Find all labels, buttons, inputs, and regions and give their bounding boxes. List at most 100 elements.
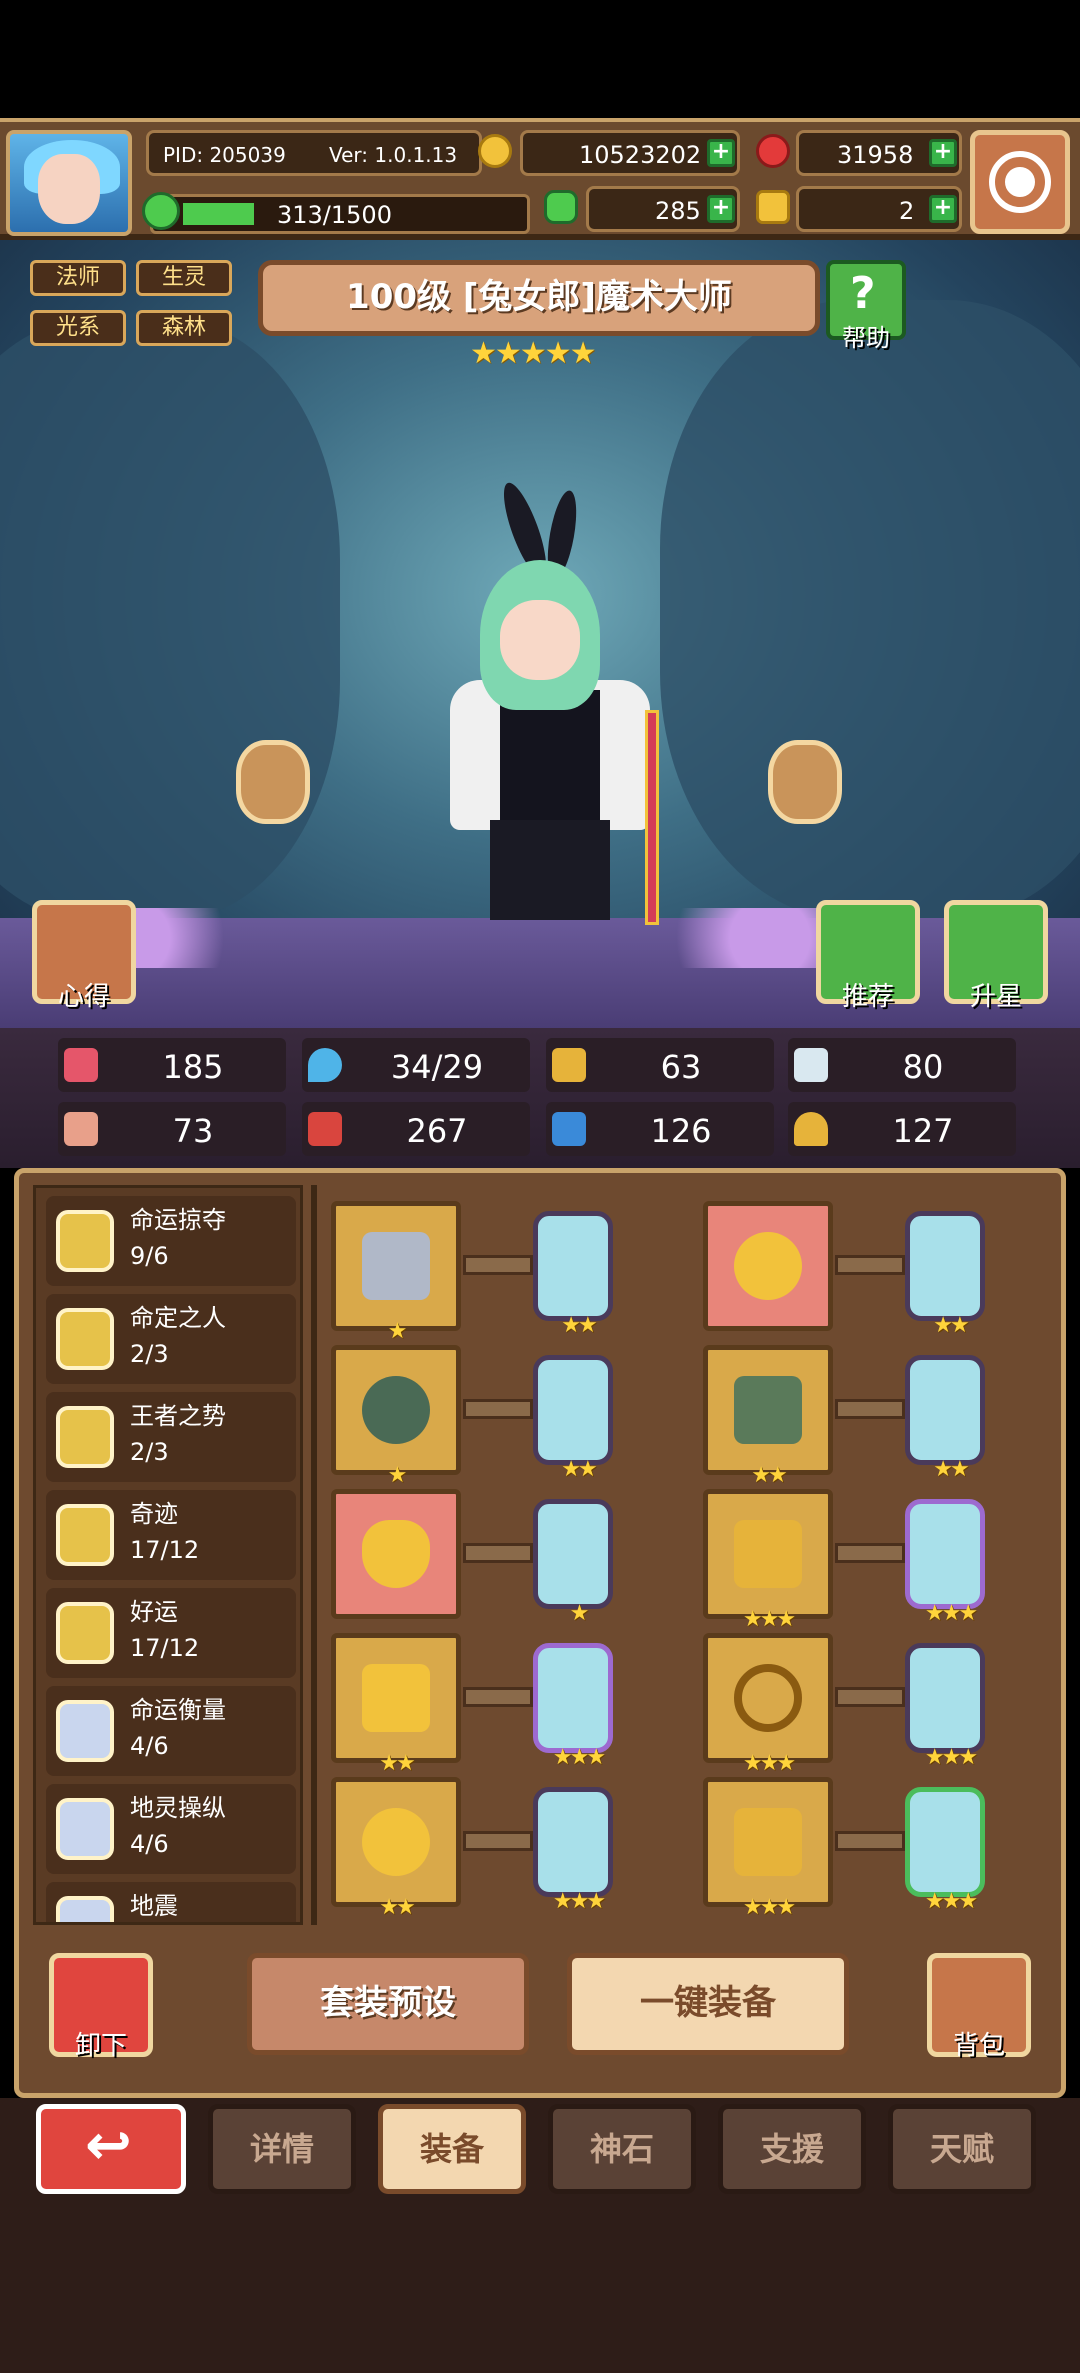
set-count: 2/3: [130, 1438, 169, 1466]
set-bonus-list[interactable]: 命运掠夺 9/6 命定之人 2/3 王者之势 2/3 奇迹 17/12 好运 1…: [33, 1185, 303, 1925]
stat-value: 34/29: [390, 1048, 484, 1086]
book-icon: [308, 1112, 342, 1146]
equip-slot-gauntlet[interactable]: ★★★: [703, 1489, 833, 1632]
equip-slot-boots[interactable]: ★★★: [703, 1777, 833, 1920]
red-gem-icon: [756, 134, 790, 168]
question-icon: ?: [850, 268, 876, 319]
equip-slot-armor[interactable]: ★★: [703, 1345, 833, 1488]
bag-label: 背包: [952, 2031, 1005, 2061]
preset-button[interactable]: 套装预设: [247, 1953, 529, 2055]
rune-slot[interactable]: ★★: [905, 1211, 985, 1338]
status-bar: [0, 0, 1080, 118]
stat-value: 126: [650, 1112, 712, 1150]
rune-slot[interactable]: ★: [533, 1499, 613, 1626]
equip-slot-hat[interactable]: [703, 1201, 833, 1331]
slot-connector: [835, 1831, 905, 1851]
add-key-button[interactable]: +: [929, 195, 957, 223]
rune-slot[interactable]: ★★★: [905, 1499, 985, 1626]
recommend-label: 推荐: [841, 982, 894, 1012]
rune-stars: ★★★: [552, 1889, 606, 1914]
rune-slot[interactable]: ★★★: [905, 1787, 985, 1914]
rune-stars: ★★★: [924, 1601, 978, 1626]
tab-talent[interactable]: 天赋: [888, 2104, 1036, 2194]
hero-face: [500, 600, 580, 680]
stat-defense: 63: [546, 1038, 774, 1092]
item-stars: ★★: [751, 1463, 787, 1488]
hero-legs: [490, 820, 610, 920]
set-name: 好运: [130, 1598, 178, 1626]
slot-connector: [463, 1831, 533, 1851]
set-item[interactable]: 命运掠夺 9/6: [46, 1196, 296, 1286]
slot-connector: [463, 1399, 533, 1419]
item-stars: ★: [387, 1319, 408, 1344]
set-badge-icon: [56, 1896, 114, 1922]
bracelet-icon: [734, 1664, 802, 1732]
equip-slot-orb[interactable]: ★: [331, 1345, 461, 1488]
back-button[interactable]: ↩: [36, 2104, 186, 2194]
set-item[interactable]: 好运 17/12: [46, 1588, 296, 1678]
set-count: 2/3: [130, 1340, 169, 1368]
xp-text: 313/1500: [277, 201, 392, 229]
wing-icon: [794, 1048, 828, 1082]
rune-stars: ★★: [561, 1457, 597, 1482]
set-item[interactable]: 地灵操纵 4/6: [46, 1784, 296, 1874]
stat-hp: 185: [58, 1038, 286, 1092]
tab-support[interactable]: 支援: [718, 2104, 866, 2194]
player-avatar[interactable]: [6, 130, 132, 236]
rune-slot[interactable]: ★★: [533, 1355, 613, 1482]
rune-stars: ★★★: [552, 1745, 606, 1770]
insight-label: 心得: [57, 982, 110, 1012]
item-stars: ★★★: [742, 1751, 796, 1776]
set-item[interactable]: 命运衡量 4/6: [46, 1686, 296, 1776]
rune-slot[interactable]: ★★★: [533, 1643, 613, 1770]
set-badge-icon: [56, 1602, 114, 1664]
add-gold-button[interactable]: +: [707, 139, 735, 167]
tab-godstone[interactable]: 神石: [548, 2104, 696, 2194]
tree-right: [660, 300, 1080, 920]
stat-magic: 267: [302, 1102, 530, 1156]
affinity-orb-left[interactable]: [236, 740, 310, 824]
stat-value: 80: [902, 1048, 944, 1086]
set-item[interactable]: 命定之人 2/3: [46, 1294, 296, 1384]
equip-slot-bracelet[interactable]: ★★★: [703, 1633, 833, 1776]
equip-slot-weapon[interactable]: ★: [331, 1201, 461, 1344]
affinity-orb-right[interactable]: [768, 740, 842, 824]
set-item[interactable]: 地震: [46, 1882, 296, 1922]
stat-value: 63: [660, 1048, 702, 1086]
rune-stars: ★: [569, 1601, 590, 1626]
slot-connector: [463, 1687, 533, 1707]
settings-button[interactable]: [970, 130, 1070, 234]
set-count: 4/6: [130, 1830, 169, 1858]
set-item[interactable]: 王者之势 2/3: [46, 1392, 296, 1482]
equip-slot-ring[interactable]: ★★: [331, 1777, 461, 1920]
clover-panel: 285 +: [586, 186, 740, 232]
add-clover-button[interactable]: +: [707, 195, 735, 223]
auto-equip-button[interactable]: 一键装备: [567, 1953, 849, 2055]
star-up-label: 升星: [969, 982, 1022, 1012]
rune-slot[interactable]: ★★: [533, 1211, 613, 1338]
equip-slot-necklace[interactable]: [331, 1489, 461, 1619]
rune-slot[interactable]: ★★★: [905, 1643, 985, 1770]
slot-connector: [463, 1255, 533, 1275]
add-gem-button[interactable]: +: [929, 139, 957, 167]
shield-icon: [552, 1048, 586, 1082]
rune-stars: ★★: [933, 1313, 969, 1338]
hero-character: [440, 478, 660, 925]
set-badge-icon: [56, 1504, 114, 1566]
rune-slot[interactable]: ★★★: [533, 1787, 613, 1914]
panel-divider: [311, 1185, 317, 1925]
tab-equipment[interactable]: 装备: [378, 2104, 526, 2194]
water-drop-icon: [308, 1048, 342, 1082]
gold-coin-icon: [478, 134, 512, 168]
xp-fill: [183, 203, 254, 225]
fist-icon: [64, 1112, 98, 1146]
item-stars: ★: [387, 1463, 408, 1488]
set-name: 王者之势: [130, 1402, 226, 1430]
rune-slot[interactable]: ★★: [905, 1355, 985, 1482]
tab-details[interactable]: 详情: [208, 2104, 356, 2194]
rune-stars: ★★★: [924, 1745, 978, 1770]
equip-slot-brooch[interactable]: ★★: [331, 1633, 461, 1776]
avatar-face: [38, 154, 100, 224]
set-item[interactable]: 奇迹 17/12: [46, 1490, 296, 1580]
stat-speed: 80: [788, 1038, 1016, 1092]
